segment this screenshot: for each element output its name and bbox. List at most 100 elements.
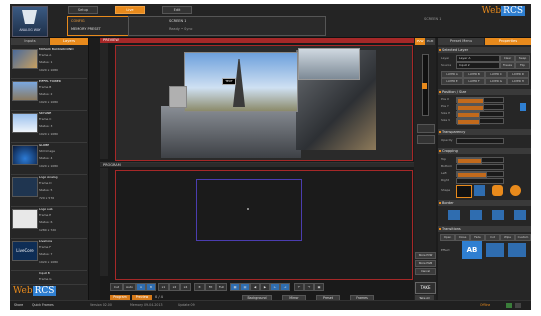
flip-button[interactable]: Flip xyxy=(515,62,530,69)
settings-icon[interactable] xyxy=(515,303,521,308)
layer-c-button[interactable]: LAYER C xyxy=(485,71,507,78)
list-item[interactable]: MOSAIC BACKGROUND Frame A Status: 1 1920… xyxy=(11,46,87,79)
sidebar-toggle-1[interactable] xyxy=(417,124,435,133)
shape-circle-button[interactable] xyxy=(510,185,521,196)
border-style-4[interactable] xyxy=(514,210,526,220)
source-select[interactable]: Input 2 xyxy=(456,62,500,69)
border-style-2[interactable] xyxy=(470,210,482,220)
quick-frames-status[interactable]: Quick Frames xyxy=(32,303,54,307)
cropping-header[interactable]: Cropping xyxy=(438,148,531,154)
layer-e-button[interactable]: LAYER E xyxy=(441,78,463,85)
mode-live-button[interactable]: Live xyxy=(115,6,145,14)
swap-button[interactable]: Swap xyxy=(515,55,530,62)
effect-ab-button[interactable]: AB xyxy=(462,241,482,259)
store-pgm-button[interactable]: Store PGM xyxy=(415,260,436,267)
full-button[interactable]: Full xyxy=(216,283,227,291)
list-item[interactable]: SKYLINE Frame C Status: 3 1920 x 1080 xyxy=(11,110,87,143)
preview-scroll-v[interactable] xyxy=(100,43,108,159)
crop-right-slider[interactable] xyxy=(456,178,504,184)
pos-y-slider[interactable] xyxy=(456,104,504,111)
redo-icon[interactable]: ↷ xyxy=(304,283,314,291)
tool-auto-button[interactable]: Auto xyxy=(123,283,136,291)
fader-handle[interactable] xyxy=(422,83,427,89)
effect-slide-button[interactable] xyxy=(486,243,504,257)
eiffel-image[interactable] xyxy=(184,52,298,112)
crop-bottom-slider[interactable] xyxy=(456,164,504,170)
list-item[interactable]: Logo sub Frame E Status: 6 1280 x 720 xyxy=(11,206,87,239)
tab-inputs[interactable]: Inputs xyxy=(11,38,49,45)
tool-cut-button[interactable]: Cut xyxy=(110,283,123,291)
undo-icon[interactable]: ↶ xyxy=(294,283,304,291)
tab-layers[interactable]: Layers xyxy=(50,38,88,45)
zoom-x4-button[interactable]: x4 xyxy=(180,283,191,291)
right-arrow-icon[interactable]: ▶ xyxy=(260,283,270,291)
layer-a-button[interactable]: LAYER A xyxy=(441,71,463,78)
list-item[interactable]: LiveCore LiveCore Frame F Status: 7 1920… xyxy=(11,238,87,271)
size-v-slider[interactable] xyxy=(456,118,504,125)
layer-select[interactable]: Layer A xyxy=(456,55,500,62)
program-scroll-v[interactable] xyxy=(100,168,108,276)
left-arrow-icon[interactable]: ◀ xyxy=(250,283,260,291)
freeze-button[interactable]: Freeze xyxy=(500,62,515,69)
preview-canvas[interactable]: TEXT xyxy=(115,45,413,161)
store-pvw-button[interactable]: Store PVW xyxy=(415,252,436,259)
position-size-header[interactable]: Position / Size xyxy=(438,89,531,95)
lock-ratio-icon[interactable] xyxy=(520,103,526,111)
transition-wipe-tab[interactable]: Wipe xyxy=(500,234,515,241)
layers-icon[interactable]: ▤ xyxy=(240,283,250,291)
fader-track[interactable] xyxy=(422,54,429,116)
pos-x-slider[interactable] xyxy=(456,97,504,104)
layer-d-button[interactable]: LAYER D xyxy=(507,71,529,78)
program-canvas[interactable] xyxy=(115,170,413,280)
tab-pvw[interactable]: PVW xyxy=(415,38,425,45)
align-right-icon[interactable]: ⇥ xyxy=(280,283,290,291)
tab-properties[interactable]: Properties xyxy=(485,38,531,45)
transitions-header[interactable]: Transitions xyxy=(438,226,531,232)
shape-rounded-button[interactable] xyxy=(492,185,503,196)
transition-close-tab[interactable]: Close xyxy=(455,234,470,241)
tab-preset-menu[interactable]: Preset Menu xyxy=(438,38,484,45)
align-left-icon[interactable]: ⇤ xyxy=(270,283,280,291)
tab-pgm[interactable]: PGM xyxy=(425,38,435,45)
close-icon[interactable]: ✕ xyxy=(194,283,205,291)
opacity-slider[interactable] xyxy=(456,138,504,144)
transition-open-tab[interactable]: Open xyxy=(440,234,455,241)
clear-button[interactable]: Clear xyxy=(500,55,515,62)
sidebar-toggle-2[interactable] xyxy=(417,135,435,144)
tool-b-button[interactable]: B xyxy=(146,283,156,291)
list-item[interactable]: GLOBE Still Image Status: 4 1920 x 1080 xyxy=(11,142,87,175)
border-style-3[interactable] xyxy=(492,210,504,220)
layer-f-button[interactable]: LAYER F xyxy=(463,78,485,85)
fit-button[interactable]: Fit xyxy=(205,283,216,291)
grid-icon[interactable]: ▦ xyxy=(230,283,240,291)
layer-h-button[interactable]: LAYER H xyxy=(507,78,529,85)
cancel-button[interactable]: Cancel xyxy=(415,268,436,275)
transition-cut-tab[interactable]: Cut xyxy=(485,234,500,241)
shape-rect-button[interactable] xyxy=(456,185,472,198)
zoom-x1-button[interactable]: x1 xyxy=(158,283,169,291)
border-header[interactable]: Border xyxy=(438,200,531,206)
list-item[interactable]: EIFFEL TOWER Frame B Status: 2 1920 x 10… xyxy=(11,78,87,111)
layer-g-button[interactable]: LAYER G xyxy=(485,78,507,85)
crop-top-slider[interactable] xyxy=(456,157,504,164)
share-status[interactable]: Share xyxy=(14,303,23,307)
list-item[interactable]: Logo Analog Frame D Status: 5 720 x 576 xyxy=(11,174,87,207)
tool-a-button[interactable]: A xyxy=(136,283,146,291)
transition-fade-tab[interactable]: Fade xyxy=(470,234,485,241)
crop-left-slider[interactable] xyxy=(456,171,504,178)
effect-wipe-button[interactable] xyxy=(508,243,526,257)
lock-icon[interactable]: ▣ xyxy=(314,283,324,291)
program-layer-box[interactable] xyxy=(196,179,302,241)
take-button[interactable]: TAKE xyxy=(415,282,436,294)
list-item[interactable]: Input 8 Frame G xyxy=(11,270,87,285)
selected-layer-header[interactable]: Selected Layer xyxy=(438,47,531,53)
border-style-1[interactable] xyxy=(448,210,460,220)
size-h-slider[interactable] xyxy=(456,111,504,118)
layer-b-button[interactable]: LAYER B xyxy=(463,71,485,78)
transparency-header[interactable]: Transparency xyxy=(438,129,531,135)
mode-edit-button[interactable]: Edit xyxy=(162,6,192,14)
zoom-x2-button[interactable]: x2 xyxy=(169,283,180,291)
shape-square-button[interactable] xyxy=(474,185,485,196)
transition-custom-tab[interactable]: Custom xyxy=(515,234,531,241)
mode-setup-button[interactable]: Setup xyxy=(68,6,98,14)
